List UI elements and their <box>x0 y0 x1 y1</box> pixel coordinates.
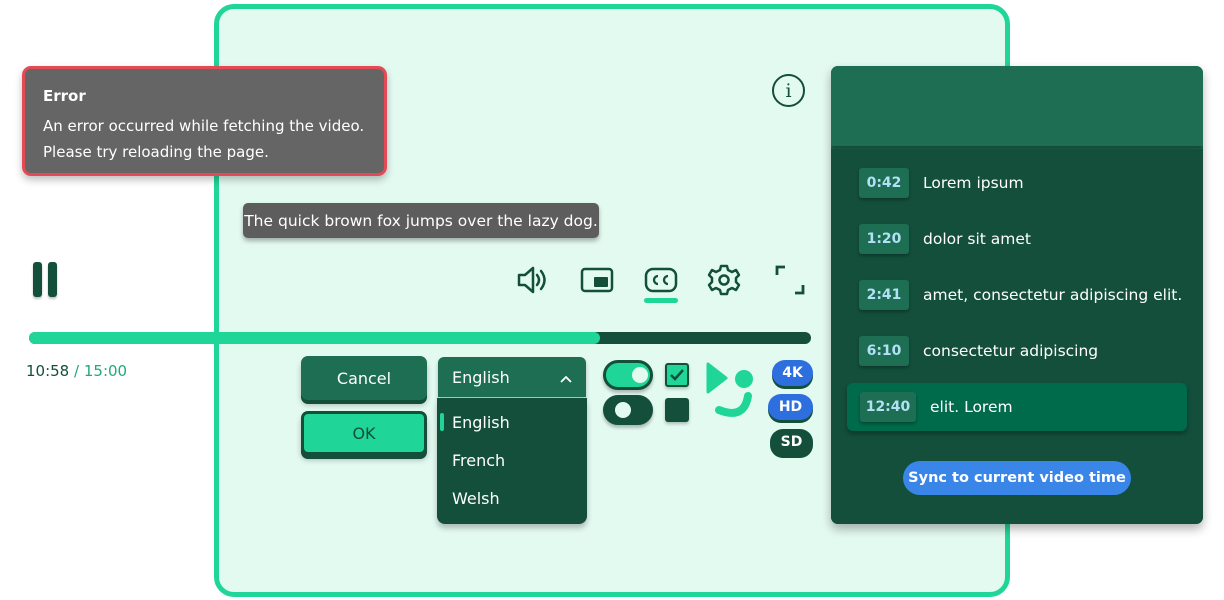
toggle-knob <box>632 367 648 383</box>
transcript-header <box>831 66 1203 146</box>
quality-sd-badge[interactable]: SD <box>770 429 813 455</box>
cancel-button[interactable]: Cancel <box>301 356 427 400</box>
transcript-text: elit. Lorem <box>930 398 1013 416</box>
language-options-list: English French Welsh <box>437 398 587 524</box>
chevron-up-icon <box>560 368 572 387</box>
transcript-item[interactable]: 6:10 consectetur adipiscing <box>831 329 1203 373</box>
language-option-label: French <box>452 450 506 470</box>
checkbox-checked[interactable] <box>665 363 689 387</box>
quality-hd-badge[interactable]: HD <box>768 394 813 420</box>
language-option-english[interactable]: English <box>437 403 587 441</box>
language-option-welsh[interactable]: Welsh <box>437 479 587 517</box>
transcript-item-active[interactable]: 12:40 elit. Lorem <box>847 383 1187 431</box>
toggle-switch-off[interactable] <box>603 395 653 425</box>
transcript-item[interactable]: 0:42 Lorem ipsum <box>831 161 1203 205</box>
quality-4k-badge[interactable]: 4K <box>772 360 813 386</box>
duration: 15:00 <box>83 362 128 380</box>
transcript-item[interactable]: 2:41 amet, consectetur adipiscing elit. <box>831 273 1203 317</box>
language-option-label: Welsh <box>452 488 500 508</box>
language-option-label: English <box>452 412 510 432</box>
transcript-item[interactable]: 1:20 dolor sit amet <box>831 217 1203 261</box>
progress-bar[interactable] <box>29 332 811 344</box>
selected-marker <box>440 413 444 431</box>
sync-to-video-time-button[interactable]: Sync to current video time <box>903 461 1131 495</box>
error-toast: Error An error occurred while fetching t… <box>22 66 387 176</box>
error-message-line-2: Please try reloading the page. <box>43 143 269 161</box>
language-select-value: English <box>452 367 510 387</box>
time-separator: / <box>74 362 80 380</box>
transcript-panel: 0:42 Lorem ipsum 1:20 dolor sit amet 2:4… <box>831 66 1203 524</box>
transcript-text: amet, consectetur adipiscing elit. <box>923 286 1183 304</box>
transcript-timestamp[interactable]: 2:41 <box>859 280 909 310</box>
error-title: Error <box>43 87 86 105</box>
volume-icon[interactable] <box>515 262 551 298</box>
captions-active-indicator <box>644 298 678 303</box>
closed-captions-icon[interactable] <box>643 262 679 298</box>
transcript-text: dolor sit amet <box>923 230 1032 248</box>
language-select[interactable]: English <box>438 357 586 397</box>
transcript-text: Lorem ipsum <box>923 174 1024 192</box>
language-option-french[interactable]: French <box>437 441 587 479</box>
transcript-text: consectetur adipiscing <box>923 342 1099 360</box>
checkbox-unchecked[interactable] <box>665 398 689 422</box>
pause-icon[interactable] <box>31 262 61 300</box>
transcript-timestamp[interactable]: 0:42 <box>859 168 909 198</box>
transcript-timestamp[interactable]: 12:40 <box>860 392 916 422</box>
check-icon <box>670 369 684 381</box>
gear-icon[interactable] <box>706 262 742 298</box>
time-display: 10:58 / 15:00 <box>26 362 127 380</box>
toggle-switch-on[interactable] <box>603 360 653 390</box>
toggle-knob <box>615 402 631 418</box>
fullscreen-icon[interactable] <box>772 262 808 298</box>
progress-fill <box>29 332 600 344</box>
transcript-timestamp[interactable]: 6:10 <box>859 336 909 366</box>
current-time: 10:58 <box>26 362 70 380</box>
ok-button[interactable]: OK <box>301 411 427 455</box>
transcript-timestamp[interactable]: 1:20 <box>859 224 909 254</box>
picture-in-picture-icon[interactable] <box>579 262 615 298</box>
loading-spinner-icon <box>704 362 756 420</box>
info-icon[interactable]: i <box>772 74 805 107</box>
caption-text: The quick brown fox jumps over the lazy … <box>243 203 599 238</box>
error-message-line-1: An error occurred while fetching the vid… <box>43 117 365 135</box>
